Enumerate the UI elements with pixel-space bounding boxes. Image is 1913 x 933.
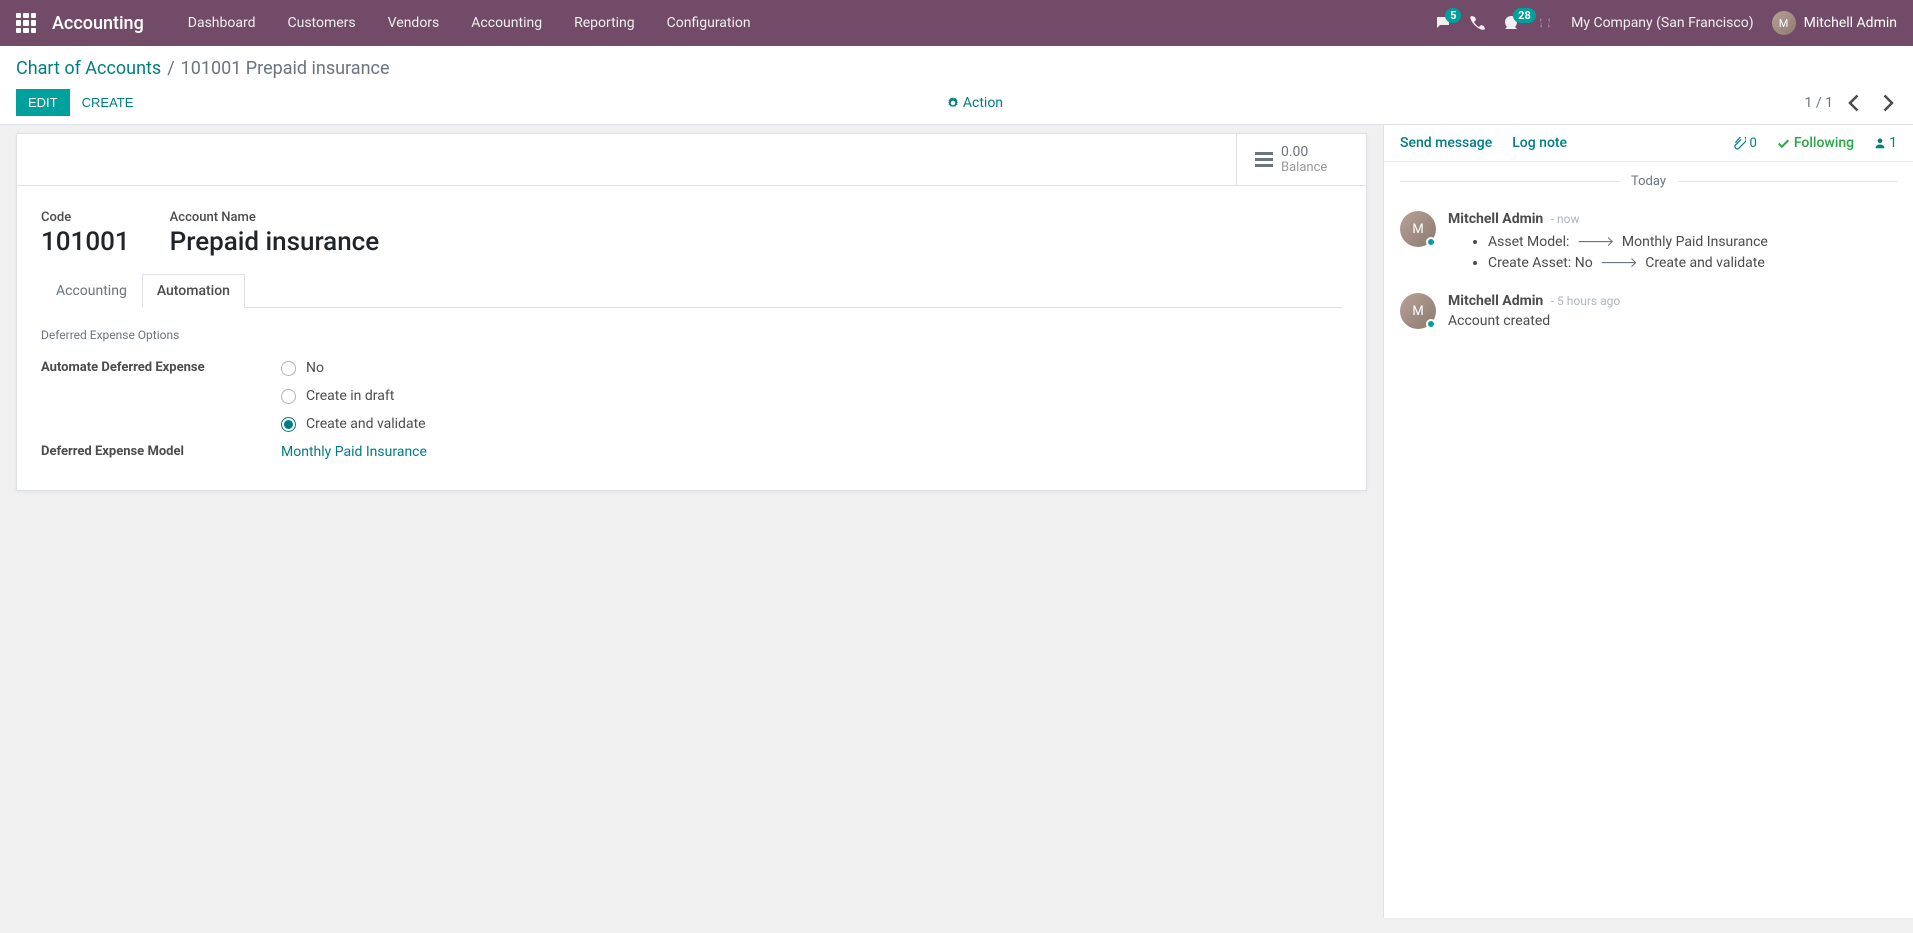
- company-switcher[interactable]: My Company (San Francisco): [1571, 15, 1753, 31]
- section-title: Deferred Expense Options: [41, 328, 1342, 342]
- app-name[interactable]: Accounting: [52, 13, 144, 34]
- arrow-right-icon: 🡒: [1577, 233, 1615, 250]
- message-item: M Mitchell Admin - 5 hours ago Account c…: [1384, 283, 1913, 339]
- main-navbar: Accounting Dashboard Customers Vendors A…: [0, 0, 1913, 46]
- activities-badge: 28: [1513, 8, 1536, 23]
- avatar-icon: M: [1400, 211, 1436, 247]
- chatter: Send message Log note 0 Following 1 Toda…: [1383, 125, 1913, 918]
- gear-icon: [947, 97, 959, 109]
- change-item: Asset Model: 🡒 Monthly Paid Insurance: [1488, 231, 1897, 252]
- user-avatar-icon: M: [1772, 11, 1796, 35]
- nav-customers[interactable]: Customers: [272, 2, 372, 44]
- paperclip-icon: [1733, 137, 1746, 150]
- pager-text[interactable]: 1 / 1: [1805, 95, 1833, 111]
- person-icon: [1874, 136, 1886, 150]
- breadcrumb: Chart of Accounts / 101001 Prepaid insur…: [16, 58, 1897, 79]
- breadcrumb-current: 101001 Prepaid insurance: [181, 58, 390, 79]
- pager-prev-icon[interactable]: [1845, 93, 1865, 113]
- date-separator: Today: [1384, 162, 1913, 201]
- check-icon: [1777, 137, 1790, 150]
- name-value: Prepaid insurance: [170, 227, 380, 257]
- code-label: Code: [41, 210, 130, 225]
- message-item: M Mitchell Admin - now Asset Model: 🡒 Mo…: [1384, 201, 1913, 283]
- tab-accounting[interactable]: Accounting: [41, 274, 142, 308]
- message-time: - now: [1551, 212, 1580, 226]
- balance-value: 0.00: [1281, 144, 1327, 160]
- code-value: 101001: [41, 227, 130, 257]
- messaging-icon[interactable]: 5: [1435, 15, 1451, 31]
- form-sheet: 0.00 Balance Code 101001 Account Name: [16, 133, 1367, 491]
- create-button[interactable]: Create: [70, 89, 146, 116]
- edit-button[interactable]: Edit: [16, 89, 70, 116]
- message-author[interactable]: Mitchell Admin: [1448, 211, 1543, 227]
- phone-icon[interactable]: [1469, 15, 1485, 31]
- action-dropdown[interactable]: Action: [947, 95, 1003, 111]
- bars-icon: [1255, 152, 1273, 167]
- balance-label: Balance: [1281, 160, 1327, 175]
- breadcrumb-parent[interactable]: Chart of Accounts: [16, 58, 161, 79]
- nav-configuration[interactable]: Configuration: [651, 2, 767, 44]
- control-panel: Chart of Accounts / 101001 Prepaid insur…: [0, 46, 1913, 125]
- nav-accounting[interactable]: Accounting: [455, 2, 558, 44]
- online-dot-icon: [1426, 319, 1436, 329]
- messaging-badge: 5: [1445, 8, 1461, 23]
- user-name: Mitchell Admin: [1804, 15, 1897, 31]
- pager-next-icon[interactable]: [1877, 93, 1897, 113]
- nav-vendors[interactable]: Vendors: [372, 2, 456, 44]
- radio-icon: [281, 389, 296, 404]
- name-label: Account Name: [170, 210, 380, 225]
- online-dot-icon: [1426, 237, 1436, 247]
- change-item: Create Asset: No 🡒 Create and validate: [1488, 252, 1897, 273]
- user-menu[interactable]: M Mitchell Admin: [1772, 11, 1897, 35]
- radio-create-draft[interactable]: Create in draft: [281, 388, 1342, 404]
- radio-icon: [281, 361, 296, 376]
- followers-button[interactable]: 1: [1874, 135, 1897, 151]
- radio-icon: [281, 417, 296, 432]
- attachments-button[interactable]: 0: [1733, 136, 1757, 151]
- arrow-right-icon: 🡒: [1600, 254, 1638, 271]
- avatar-icon: M: [1400, 293, 1436, 329]
- nav-dashboard[interactable]: Dashboard: [172, 2, 272, 44]
- message-author[interactable]: Mitchell Admin: [1448, 293, 1543, 309]
- log-note-button[interactable]: Log note: [1512, 135, 1567, 151]
- tab-automation[interactable]: Automation: [142, 274, 245, 308]
- following-button[interactable]: Following: [1777, 135, 1854, 151]
- radio-create-validate[interactable]: Create and validate: [281, 416, 1342, 432]
- model-label: Deferred Expense Model: [41, 444, 281, 460]
- automate-label: Automate Deferred Expense: [41, 360, 281, 432]
- message-text: Account created: [1448, 313, 1897, 329]
- radio-no[interactable]: No: [281, 360, 1342, 376]
- model-link[interactable]: Monthly Paid Insurance: [281, 444, 427, 460]
- apps-menu-icon[interactable]: [16, 13, 36, 33]
- send-message-button[interactable]: Send message: [1400, 135, 1492, 151]
- debug-icon[interactable]: [1537, 15, 1553, 31]
- activities-icon[interactable]: 28: [1503, 15, 1519, 31]
- balance-stat-button[interactable]: 0.00 Balance: [1236, 134, 1366, 185]
- nav-reporting[interactable]: Reporting: [558, 2, 651, 44]
- message-time: - 5 hours ago: [1551, 294, 1620, 308]
